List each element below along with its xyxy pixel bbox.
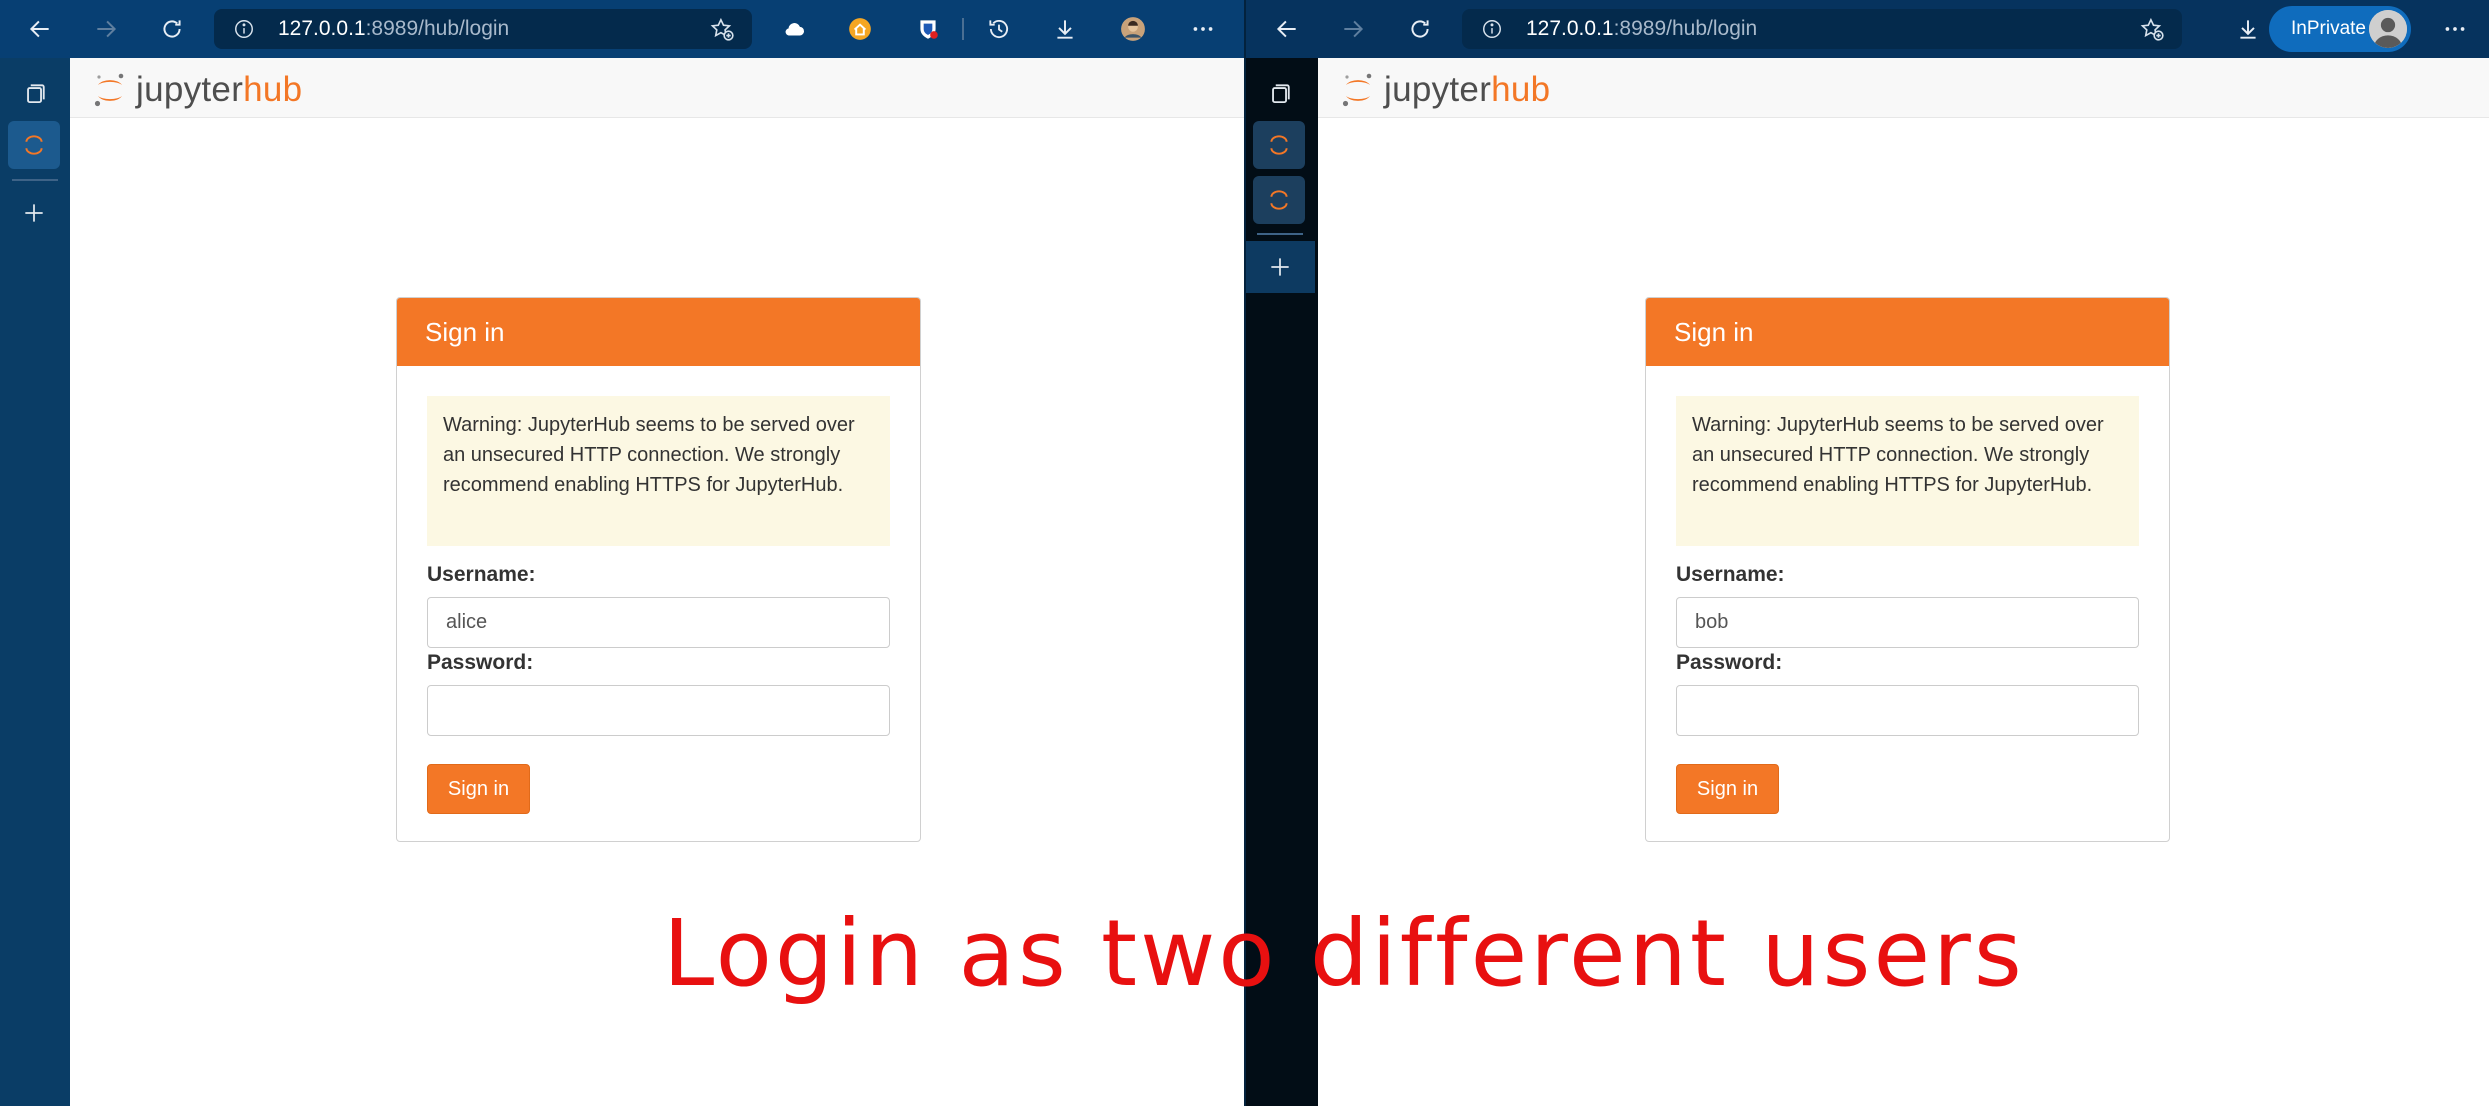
- jupyterhub-logo[interactable]: jupyterhub: [1340, 70, 1550, 110]
- password-input[interactable]: [1676, 685, 2139, 736]
- back-icon[interactable]: [20, 9, 60, 49]
- profile-avatar[interactable]: [1113, 9, 1153, 49]
- address-bar[interactable]: 127.0.0.1:8989/hub/login: [1462, 9, 2182, 49]
- jupyter-logo-icon: [94, 73, 124, 107]
- inprivate-avatar: [2369, 10, 2407, 48]
- new-tab-icon[interactable]: [1245, 241, 1315, 293]
- url-text: 127.0.0.1:8989/hub/login: [1526, 17, 1758, 40]
- signin-header: Sign in: [397, 298, 920, 366]
- jupyterhub-navbar: jupyterhub: [1318, 58, 2489, 118]
- logo-text-jupyter: jupyter: [1384, 70, 1492, 109]
- tab-jupyterhub-login[interactable]: [8, 121, 60, 169]
- address-bar[interactable]: 127.0.0.1:8989/hub/login: [214, 9, 752, 49]
- signin-header: Sign in: [1646, 298, 2169, 366]
- signin-panel: Sign in Warning: JupyterHub seems to be …: [1645, 297, 2170, 842]
- jupyter-logo-icon: [1342, 73, 1372, 107]
- signin-panel: Sign in Warning: JupyterHub seems to be …: [396, 297, 921, 842]
- https-warning: Warning: JupyterHub seems to be served o…: [1676, 396, 2139, 546]
- new-tab-icon[interactable]: [8, 189, 60, 237]
- forward-icon[interactable]: [86, 9, 126, 49]
- jupyterhub-navbar: jupyterhub: [70, 58, 1245, 118]
- tab-jupyterhub-1[interactable]: [1253, 121, 1305, 169]
- refresh-icon[interactable]: [1400, 9, 1440, 49]
- history-icon[interactable]: [979, 9, 1019, 49]
- jupyterhub-logo[interactable]: jupyterhub: [92, 70, 302, 110]
- cloud-extension-icon[interactable]: [774, 9, 814, 49]
- password-label: Password:: [427, 651, 534, 674]
- vertical-tabs-sidebar: [0, 58, 70, 1106]
- signin-button[interactable]: Sign in: [1676, 764, 1779, 814]
- more-icon[interactable]: [1183, 9, 1223, 49]
- url-text: 127.0.0.1:8989/hub/login: [278, 17, 510, 40]
- back-icon[interactable]: [1267, 9, 1307, 49]
- password-input[interactable]: [427, 685, 890, 736]
- username-label: Username:: [1676, 563, 1785, 586]
- tab-actions-icon[interactable]: [1253, 70, 1305, 118]
- username-input[interactable]: alice: [427, 597, 890, 648]
- username-label: Username:: [427, 563, 536, 586]
- inprivate-button[interactable]: InPrivate: [2269, 6, 2411, 52]
- forward-icon[interactable]: [1333, 9, 1373, 49]
- downloads-icon[interactable]: [2228, 9, 2268, 49]
- username-input[interactable]: bob: [1676, 597, 2139, 648]
- tab-jupyterhub-2[interactable]: [1253, 176, 1305, 224]
- browser-toolbar: 127.0.0.1:8989/hub/login: [0, 0, 1245, 58]
- password-label: Password:: [1676, 651, 1783, 674]
- add-favorite-icon[interactable]: [2132, 9, 2172, 49]
- site-info-icon[interactable]: [224, 9, 264, 49]
- tab-actions-icon[interactable]: [8, 70, 60, 118]
- logo-text-jupyter: jupyter: [136, 70, 244, 109]
- overlay-caption: Login as two different users: [663, 900, 2025, 1007]
- inprivate-label: InPrivate: [2291, 18, 2366, 39]
- home-extension-icon[interactable]: [840, 9, 880, 49]
- add-favorite-icon[interactable]: [702, 9, 742, 49]
- https-warning: Warning: JupyterHub seems to be served o…: [427, 396, 890, 546]
- more-icon[interactable]: [2435, 9, 2475, 49]
- shield-extension-icon[interactable]: [908, 9, 948, 49]
- signin-button[interactable]: Sign in: [427, 764, 530, 814]
- downloads-icon[interactable]: [1045, 9, 1085, 49]
- logo-text-hub: hub: [243, 70, 303, 109]
- site-info-icon[interactable]: [1472, 9, 1512, 49]
- refresh-icon[interactable]: [152, 9, 192, 49]
- browser-toolbar: 127.0.0.1:8989/hub/login InPrivate: [1245, 0, 2489, 58]
- logo-text-hub: hub: [1491, 70, 1551, 109]
